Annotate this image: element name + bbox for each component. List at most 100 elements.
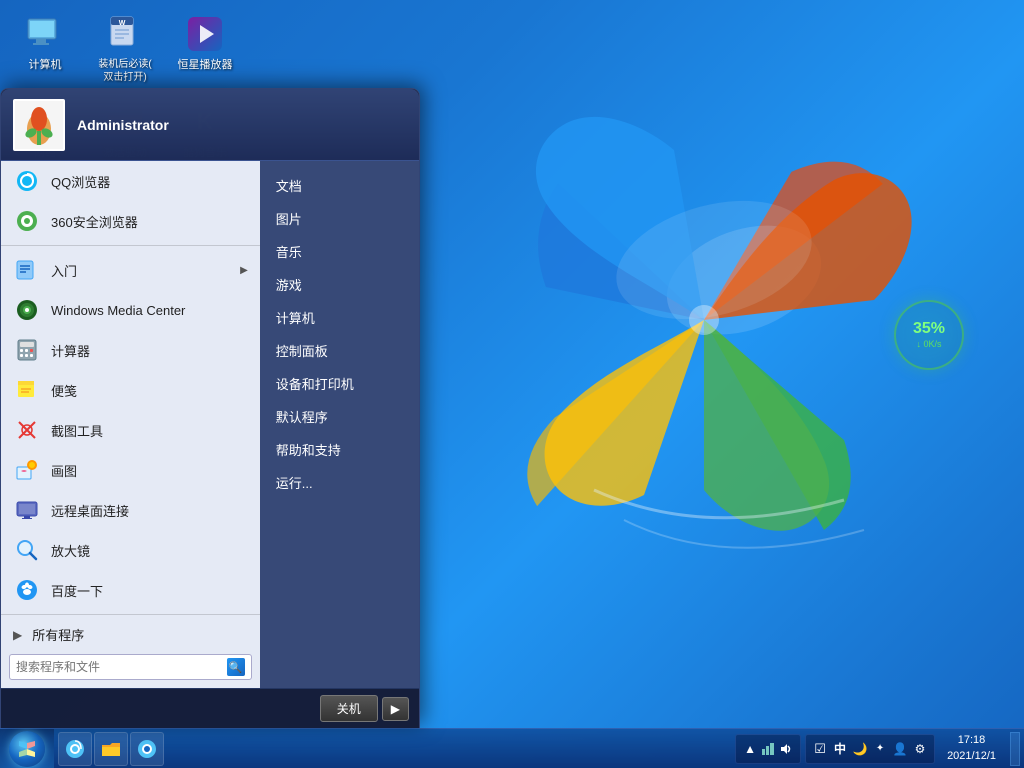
menu-item-baidu[interactable]: 百度一下 bbox=[1, 570, 260, 610]
taskbar-item-files[interactable] bbox=[94, 732, 128, 766]
menu-item-wmc[interactable]: Windows Media Center bbox=[1, 290, 260, 330]
network-tray-icon[interactable] bbox=[760, 741, 776, 757]
start-orb bbox=[9, 731, 45, 767]
baidu-label: 百度一下 bbox=[51, 581, 248, 600]
menu-right-control-panel[interactable]: 控制面板 bbox=[260, 334, 419, 367]
system-clock[interactable]: 17:18 2021/12/1 bbox=[939, 731, 1004, 766]
start-menu-bottom: 关机 ▶ bbox=[1, 688, 419, 728]
computer-icon-label: 计算机 bbox=[29, 58, 62, 72]
rdp-label: 远程桌面连接 bbox=[51, 501, 248, 520]
taskbar-item-ie[interactable] bbox=[58, 732, 92, 766]
user-tray-icon[interactable]: 👤 bbox=[892, 741, 908, 757]
menu-item-qq-browser[interactable]: QQ浏览器 bbox=[1, 161, 260, 201]
taskbar: ▲ ☑ 中 🌙 bbox=[0, 728, 1024, 768]
snip-icon bbox=[13, 416, 41, 444]
show-desktop-button[interactable] bbox=[1010, 732, 1020, 766]
menu-item-intro[interactable]: 入门 ▶ bbox=[1, 250, 260, 290]
desktop: 计算机 W 装机后必读( 双击打开) bbox=[0, 0, 1024, 768]
volume-tray-icon[interactable] bbox=[778, 741, 794, 757]
ie2-taskbar-icon bbox=[137, 739, 157, 759]
net-percent: 35% bbox=[913, 321, 945, 337]
sticky-label: 便笺 bbox=[51, 381, 248, 400]
menu-item-snip[interactable]: 截图工具 bbox=[1, 410, 260, 450]
menu-separator-2 bbox=[1, 614, 260, 615]
qq-browser-icon bbox=[13, 167, 41, 195]
menu-item-paint[interactable]: 画图 bbox=[1, 450, 260, 490]
menu-right-run[interactable]: 运行... bbox=[260, 466, 419, 499]
files-taskbar-icon bbox=[101, 739, 121, 759]
menu-item-magnifier[interactable]: 放大镜 bbox=[1, 530, 260, 570]
menu-right-games[interactable]: 游戏 bbox=[260, 268, 419, 301]
taskbar-item-ie2[interactable] bbox=[130, 732, 164, 766]
start-menu: Administrator QQ浏览器 bbox=[0, 88, 420, 728]
sticky-icon bbox=[13, 376, 41, 404]
desktop-icon-media[interactable]: 恒星播放器 bbox=[170, 10, 240, 88]
menu-item-sticky[interactable]: 便笺 bbox=[1, 370, 260, 410]
net-speed-widget: 35% ↓ 0K/s bbox=[894, 300, 964, 370]
expand-tray-icon[interactable]: ▲ bbox=[742, 741, 758, 757]
magnifier-label: 放大镜 bbox=[51, 541, 248, 560]
desktop-icon-setup[interactable]: W 装机后必读( 双击打开) bbox=[90, 10, 160, 88]
paint-label: 画图 bbox=[51, 461, 248, 480]
win7-logo-main bbox=[444, 60, 964, 580]
settings-tray-icon[interactable]: ⚙ bbox=[912, 741, 928, 757]
svg-text:W: W bbox=[119, 20, 126, 27]
taskbar-items bbox=[54, 732, 731, 766]
menu-right-help[interactable]: 帮助和支持 bbox=[260, 433, 419, 466]
search-input[interactable] bbox=[16, 660, 223, 674]
net-speed: ↓ 0K/s bbox=[916, 339, 941, 349]
menu-right-default-progs[interactable]: 默认程序 bbox=[260, 400, 419, 433]
intro-icon bbox=[13, 256, 41, 284]
menu-item-360-browser[interactable]: 360安全浏览器 bbox=[1, 201, 260, 241]
ie-taskbar-icon bbox=[65, 739, 85, 759]
start-menu-header: Administrator bbox=[1, 89, 419, 161]
wmc-label: Windows Media Center bbox=[51, 303, 248, 318]
start-menu-right-panel: 文档 图片 音乐 游戏 计算机 控制面板 设备和打印机 默认程序 帮助和支持 运… bbox=[260, 161, 419, 688]
all-programs-arrow: ▶ bbox=[13, 628, 22, 642]
menu-item-rdp[interactable]: 远程桌面连接 bbox=[1, 490, 260, 530]
paint-icon bbox=[13, 456, 41, 484]
desktop-icon-computer[interactable]: 计算机 bbox=[10, 10, 80, 88]
dot-icon: ✦ bbox=[872, 741, 888, 757]
shutdown-button[interactable]: 关机 bbox=[320, 695, 378, 722]
baidu-icon bbox=[13, 576, 41, 604]
rdp-icon bbox=[13, 496, 41, 524]
setup-icon-label: 装机后必读( 双击打开) bbox=[98, 58, 151, 84]
clock-time: 17:18 bbox=[958, 733, 986, 748]
360-browser-icon bbox=[13, 207, 41, 235]
user-avatar[interactable] bbox=[13, 99, 65, 151]
ime-lang-icon[interactable]: 中 bbox=[832, 741, 848, 757]
calculator-icon bbox=[13, 336, 41, 364]
all-programs-label: 所有程序 bbox=[32, 625, 248, 644]
qq-browser-label: QQ浏览器 bbox=[51, 172, 248, 191]
intro-label: 入门 bbox=[51, 261, 230, 280]
ime-tray: ☑ 中 🌙 ✦ 👤 ⚙ bbox=[805, 734, 935, 764]
menu-all-programs[interactable]: ▶ 所有程序 bbox=[1, 619, 260, 650]
calculator-label: 计算器 bbox=[51, 341, 248, 360]
search-bar: 🔍 bbox=[9, 654, 252, 680]
menu-item-calculator[interactable]: 计算器 bbox=[1, 330, 260, 370]
menu-right-computer[interactable]: 计算机 bbox=[260, 301, 419, 334]
menu-separator-1 bbox=[1, 245, 260, 246]
checkbox-tray-icon[interactable]: ☑ bbox=[812, 741, 828, 757]
magnifier-icon bbox=[13, 536, 41, 564]
start-menu-programs: QQ浏览器 360安全浏览器 bbox=[1, 161, 260, 688]
menu-right-music[interactable]: 音乐 bbox=[260, 235, 419, 268]
shutdown-arrow-button[interactable]: ▶ bbox=[382, 697, 409, 721]
search-button[interactable]: 🔍 bbox=[227, 658, 245, 676]
menu-right-pics[interactable]: 图片 bbox=[260, 202, 419, 235]
intro-arrow: ▶ bbox=[240, 265, 248, 276]
menu-right-devices[interactable]: 设备和打印机 bbox=[260, 367, 419, 400]
moon-icon[interactable]: 🌙 bbox=[852, 741, 868, 757]
taskbar-right: ▲ ☑ 中 🌙 bbox=[731, 731, 1024, 766]
media-icon-label: 恒星播放器 bbox=[178, 58, 233, 72]
media-icon bbox=[185, 14, 225, 54]
setup-icon: W bbox=[105, 14, 145, 54]
snip-label: 截图工具 bbox=[51, 421, 248, 440]
menu-right-docs[interactable]: 文档 bbox=[260, 169, 419, 202]
windows-flag-icon bbox=[17, 739, 37, 759]
wmc-icon bbox=[13, 296, 41, 324]
computer-icon bbox=[25, 14, 65, 54]
clock-date: 2021/12/1 bbox=[947, 749, 996, 764]
start-button[interactable] bbox=[0, 729, 54, 768]
